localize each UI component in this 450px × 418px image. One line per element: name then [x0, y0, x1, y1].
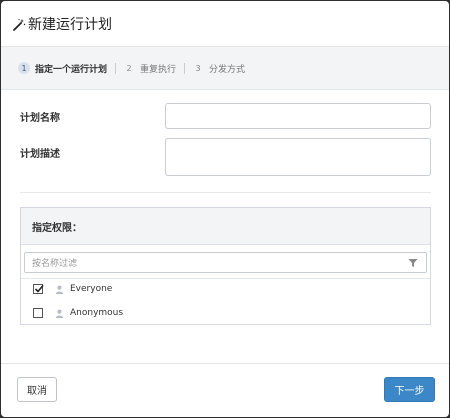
step-3-label: 分发方式: [209, 64, 246, 75]
user-name: Everyone: [70, 284, 113, 294]
plan-description-label: 计划描述: [20, 149, 60, 160]
permissions-panel: 指定权限： 按名称过滤 Everyone Anonymous: [20, 207, 431, 325]
dialog-title: 新建运行计划: [28, 16, 112, 33]
step-separator: [184, 62, 186, 74]
step-2-label: 重复执行: [140, 64, 177, 75]
step-2[interactable]: 2 重复执行: [123, 62, 176, 75]
step-2-number: 2: [126, 63, 132, 73]
new-run-plan-dialog: 新建运行计划 1 指定一个运行计划 2 重复执行 3 分发方式 计划名称 计划描…: [1, 1, 449, 417]
cancel-button[interactable]: 取消: [17, 377, 57, 402]
filter-placeholder: 按名称过滤: [32, 259, 78, 269]
everyone-checkbox[interactable]: [33, 284, 44, 294]
section-divider: [20, 192, 431, 193]
anonymous-checkbox[interactable]: [33, 308, 43, 318]
plan-name-label: 计划名称: [20, 113, 60, 124]
list-item-everyone[interactable]: Everyone: [33, 284, 112, 294]
footer-divider: [1, 363, 449, 364]
filter-input[interactable]: 按名称过滤: [24, 252, 427, 273]
permissions-heading: 指定权限：: [21, 208, 430, 245]
step-1-label: 指定一个运行计划: [35, 64, 108, 75]
wizard-steps: 1 指定一个运行计划 2 重复执行 3 分发方式: [1, 47, 449, 90]
list-item-anonymous[interactable]: Anonymous: [33, 308, 123, 318]
funnel-icon[interactable]: [408, 258, 418, 268]
user-name: Anonymous: [70, 308, 124, 318]
next-step-button[interactable]: 下一步: [384, 377, 435, 402]
plan-name-input[interactable]: [165, 103, 431, 129]
dialog-header: 新建运行计划: [1, 1, 449, 47]
step-3[interactable]: 3 分发方式: [192, 62, 245, 75]
user-icon: [55, 285, 64, 294]
magic-wand-icon: [12, 17, 26, 31]
step-separator: [115, 62, 117, 74]
user-icon: [55, 309, 64, 318]
list-divider: [21, 278, 430, 279]
step-1-number: 1: [18, 62, 30, 74]
step-1[interactable]: 1 指定一个运行计划: [18, 62, 107, 75]
plan-description-input[interactable]: [165, 138, 431, 176]
step-3-number: 3: [195, 63, 201, 73]
